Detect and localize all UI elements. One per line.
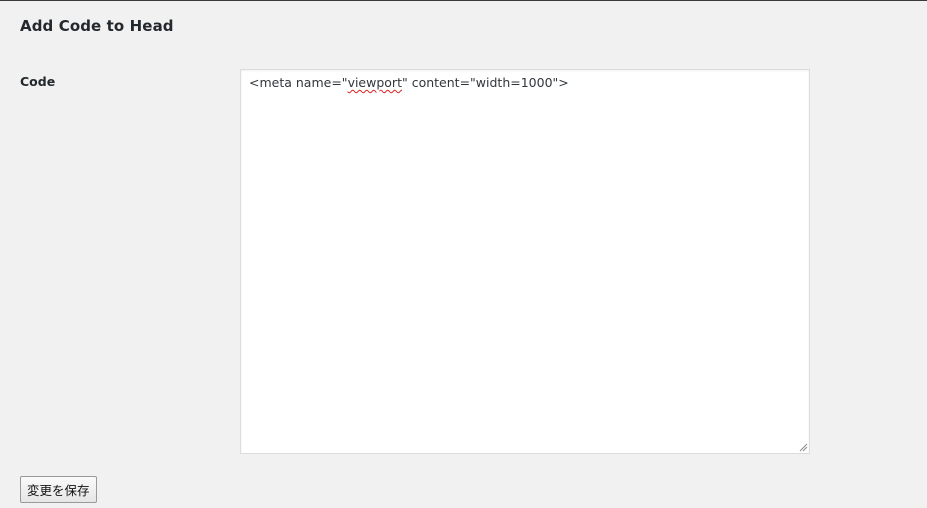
code-text-part: <meta name=" [249, 75, 348, 90]
spellcheck-flagged-word: viewport [347, 75, 402, 90]
page-title: Add Code to Head [20, 17, 174, 35]
code-text-part: " content="width=1000"> [401, 75, 569, 90]
resize-grip-icon[interactable] [799, 443, 808, 452]
code-field-label: Code [20, 74, 56, 89]
save-changes-button[interactable]: 変更を保存 [20, 476, 97, 503]
code-textarea[interactable]: <meta name="viewport" content="width=100… [240, 69, 810, 454]
